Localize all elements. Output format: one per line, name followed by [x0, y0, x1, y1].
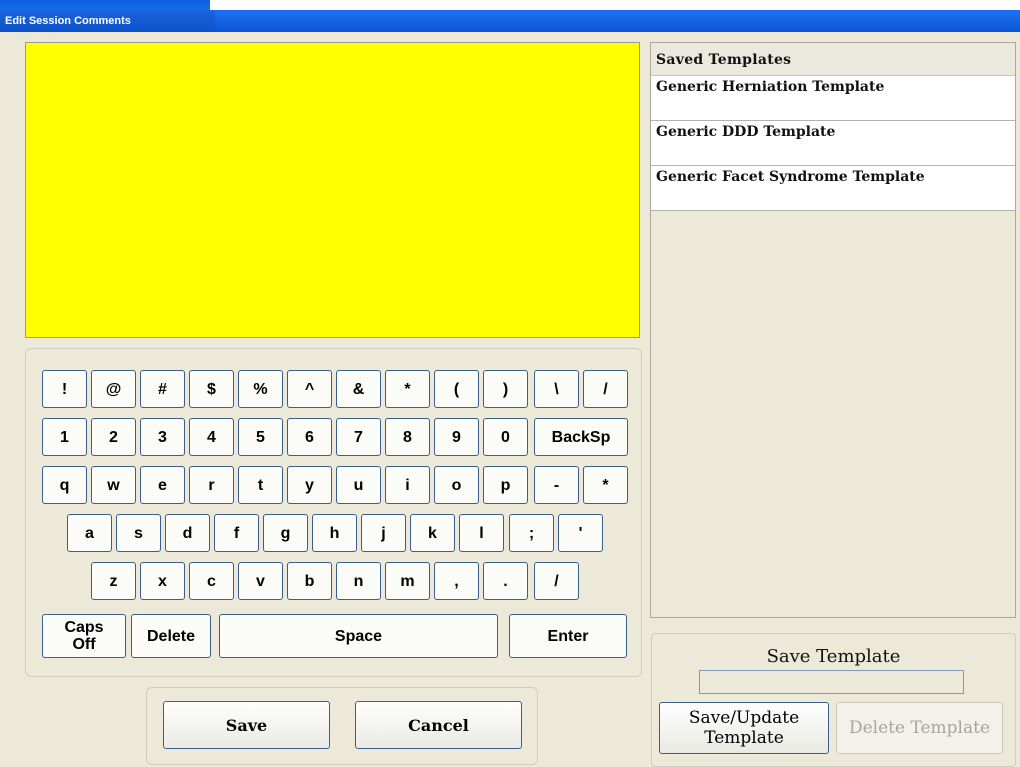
key-i[interactable]: i — [385, 466, 430, 504]
template-item[interactable]: Generic Facet Syndrome Template — [651, 166, 1015, 211]
key-e[interactable]: e — [140, 466, 185, 504]
delete-key[interactable]: Delete — [131, 614, 211, 658]
key-close-paren[interactable]: ) — [483, 370, 528, 408]
key-n[interactable]: n — [336, 562, 381, 600]
key-k[interactable]: k — [410, 514, 455, 552]
key-2[interactable]: 2 — [91, 418, 136, 456]
key-comma[interactable]: , — [434, 562, 479, 600]
key-minus[interactable]: - — [534, 466, 579, 504]
key-c[interactable]: c — [189, 562, 234, 600]
save-update-template-button[interactable]: Save/Update Template — [659, 702, 829, 754]
enter-key[interactable]: Enter — [509, 614, 627, 658]
key-asterisk-2[interactable]: * — [583, 466, 628, 504]
key-z[interactable]: z — [91, 562, 136, 600]
key-ampersand[interactable]: & — [336, 370, 381, 408]
key-p[interactable]: p — [483, 466, 528, 504]
key-9[interactable]: 9 — [434, 418, 479, 456]
key-d[interactable]: d — [165, 514, 210, 552]
key-q[interactable]: q — [42, 466, 87, 504]
key-3[interactable]: 3 — [140, 418, 185, 456]
save-template-panel: Save Template Save/Update Template Delet… — [651, 633, 1016, 767]
key-1[interactable]: 1 — [42, 418, 87, 456]
key-w[interactable]: w — [91, 466, 136, 504]
key-backslash[interactable]: \ — [534, 370, 579, 408]
caps-lock-key[interactable]: Caps Off — [42, 614, 126, 658]
key-dollar[interactable]: $ — [189, 370, 234, 408]
key-slash-2[interactable]: / — [534, 562, 579, 600]
key-4[interactable]: 4 — [189, 418, 234, 456]
delete-template-button: Delete Template — [836, 702, 1003, 754]
key-7[interactable]: 7 — [336, 418, 381, 456]
key-period[interactable]: . — [483, 562, 528, 600]
template-item[interactable]: Generic DDD Template — [651, 121, 1015, 166]
key-m[interactable]: m — [385, 562, 430, 600]
window-title: Edit Session Comments — [0, 10, 215, 32]
key-caret[interactable]: ^ — [287, 370, 332, 408]
template-name-input[interactable] — [699, 670, 964, 694]
key-asterisk[interactable]: * — [385, 370, 430, 408]
template-item[interactable]: Generic Herniation Template — [651, 76, 1015, 121]
key-s[interactable]: s — [116, 514, 161, 552]
key-percent[interactable]: % — [238, 370, 283, 408]
saved-templates-list: Saved Templates Generic Herniation Templ… — [650, 42, 1016, 618]
key-l[interactable]: l — [459, 514, 504, 552]
key-x[interactable]: x — [140, 562, 185, 600]
key-open-paren[interactable]: ( — [434, 370, 479, 408]
key-6[interactable]: 6 — [287, 418, 332, 456]
key-8[interactable]: 8 — [385, 418, 430, 456]
key-g[interactable]: g — [263, 514, 308, 552]
key-t[interactable]: t — [238, 466, 283, 504]
key-5[interactable]: 5 — [238, 418, 283, 456]
session-comments-textarea[interactable] — [25, 42, 640, 338]
cancel-button[interactable]: Cancel — [355, 701, 522, 749]
key-j[interactable]: j — [361, 514, 406, 552]
key-u[interactable]: u — [336, 466, 381, 504]
key-semicolon[interactable]: ; — [509, 514, 554, 552]
save-template-label: Save Template — [766, 646, 901, 667]
key-y[interactable]: y — [287, 466, 332, 504]
key-apostrophe[interactable]: ' — [558, 514, 603, 552]
title-bar-gap — [210, 0, 1020, 10]
key-o[interactable]: o — [434, 466, 479, 504]
key-at[interactable]: @ — [91, 370, 136, 408]
key-v[interactable]: v — [238, 562, 283, 600]
key-hash[interactable]: # — [140, 370, 185, 408]
space-key[interactable]: Space — [219, 614, 498, 658]
key-r[interactable]: r — [189, 466, 234, 504]
key-h[interactable]: h — [312, 514, 357, 552]
key-0[interactable]: 0 — [483, 418, 528, 456]
key-b[interactable]: b — [287, 562, 332, 600]
dialog-actions: Save Cancel — [146, 687, 538, 765]
edit-session-comments-window: Edit Session Comments Saved Templates Ge… — [0, 0, 1020, 767]
on-screen-keyboard: ! @ # $ % ^ & * ( ) \ / 1 2 3 4 5 6 7 8 … — [25, 348, 642, 677]
save-button[interactable]: Save — [163, 701, 330, 749]
saved-templates-header: Saved Templates — [651, 43, 1015, 76]
key-exclamation[interactable]: ! — [42, 370, 87, 408]
key-slash[interactable]: / — [583, 370, 628, 408]
key-a[interactable]: a — [67, 514, 112, 552]
key-f[interactable]: f — [214, 514, 259, 552]
backspace-key[interactable]: BackSp — [534, 418, 628, 456]
